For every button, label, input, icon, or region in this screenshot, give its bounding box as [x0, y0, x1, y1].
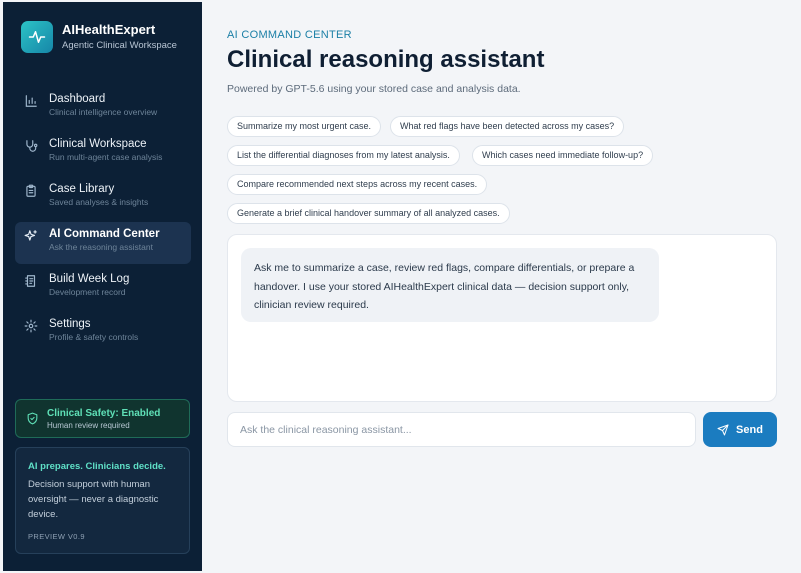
- paper-plane-icon: [717, 424, 729, 436]
- sidebar-item-sub: Clinical intelligence overview: [49, 107, 158, 117]
- sidebar-item-settings[interactable]: Settings Profile & safety controls: [15, 312, 191, 354]
- sidebar-item-label: Dashboard: [49, 93, 106, 105]
- disclaimer-card: AI prepares. Clinicians decide. Decision…: [15, 447, 190, 554]
- sidebar-item-label: Build Week Log: [49, 273, 130, 285]
- safety-title: Clinical Safety: Enabled: [47, 407, 161, 419]
- page-subtitle: Powered by GPT-5.6 using your stored cas…: [227, 83, 521, 95]
- version-label: PREVIEW V0.9: [28, 532, 85, 541]
- sidebar-item-clinical-workspace[interactable]: Clinical Workspace Run multi-agent case …: [15, 132, 191, 174]
- sidebar-item-sub: Ask the reasoning assistant: [49, 242, 153, 252]
- sidebar-item-label: AI Command Center: [49, 228, 160, 240]
- sparkles-icon: [24, 229, 38, 243]
- suggestion-chip[interactable]: Summarize my most urgent case.: [227, 116, 382, 137]
- brand-title: AIHealthExpert: [62, 22, 156, 37]
- sidebar-item-label: Settings: [49, 318, 91, 330]
- sidebar-item-sub: Development record: [49, 287, 126, 297]
- bar-chart-icon: [24, 94, 38, 108]
- gear-icon: [24, 319, 38, 333]
- brand-subtitle: Agentic Clinical Workspace: [62, 40, 177, 51]
- suggestion-chip[interactable]: What red flags have been detected across…: [390, 116, 625, 137]
- suggestion-chip[interactable]: Which cases need immediate follow-up?: [472, 145, 654, 166]
- chat-input[interactable]: [227, 412, 696, 447]
- sidebar-item-sub: Profile & safety controls: [49, 332, 139, 342]
- safety-subtitle: Human review required: [47, 420, 130, 430]
- sidebar-item-sub: Saved analyses & insights: [49, 197, 149, 207]
- sidebar-item-dashboard[interactable]: Dashboard Clinical intelligence overview: [15, 87, 191, 129]
- disclaimer-title: AI prepares. Clinicians decide.: [28, 461, 166, 472]
- sidebar-item-ai-command-center[interactable]: AI Command Center Ask the reasoning assi…: [15, 222, 191, 264]
- clipboard-icon: [24, 184, 38, 198]
- log-icon: [24, 274, 38, 288]
- stethoscope-icon: [24, 139, 38, 153]
- suggestion-chip[interactable]: List the differential diagnoses from my …: [227, 145, 460, 166]
- sidebar-item-label: Clinical Workspace: [49, 138, 147, 150]
- sidebar-item-sub: Run multi-agent case analysis: [49, 152, 163, 162]
- shield-check-icon: [26, 412, 39, 425]
- disclaimer-body: Decision support with human oversight — …: [28, 479, 159, 520]
- page-eyebrow: AI COMMAND CENTER: [227, 29, 352, 41]
- clinical-safety-badge: Clinical Safety: Enabled Human review re…: [15, 399, 190, 438]
- sidebar: AIHealthExpert Agentic Clinical Workspac…: [3, 2, 202, 571]
- suggestion-chip[interactable]: Generate a brief clinical handover summa…: [227, 203, 510, 224]
- brand[interactable]: AIHealthExpert Agentic Clinical Workspac…: [21, 21, 177, 53]
- assistant-message: Ask me to summarize a case, review red f…: [241, 248, 659, 322]
- page-title: Clinical reasoning assistant: [227, 46, 545, 73]
- sidebar-nav: Dashboard Clinical intelligence overview…: [15, 87, 191, 357]
- suggestion-chip[interactable]: Compare recommended next steps across my…: [227, 174, 488, 195]
- send-label: Send: [736, 423, 763, 436]
- send-button[interactable]: Send: [703, 412, 777, 447]
- sidebar-item-build-week-log[interactable]: Build Week Log Development record: [15, 267, 191, 309]
- chat-panel[interactable]: Ask me to summarize a case, review red f…: [227, 234, 777, 402]
- sidebar-item-case-library[interactable]: Case Library Saved analyses & insights: [15, 177, 191, 219]
- sidebar-item-label: Case Library: [49, 183, 115, 195]
- pulse-icon: [21, 21, 53, 53]
